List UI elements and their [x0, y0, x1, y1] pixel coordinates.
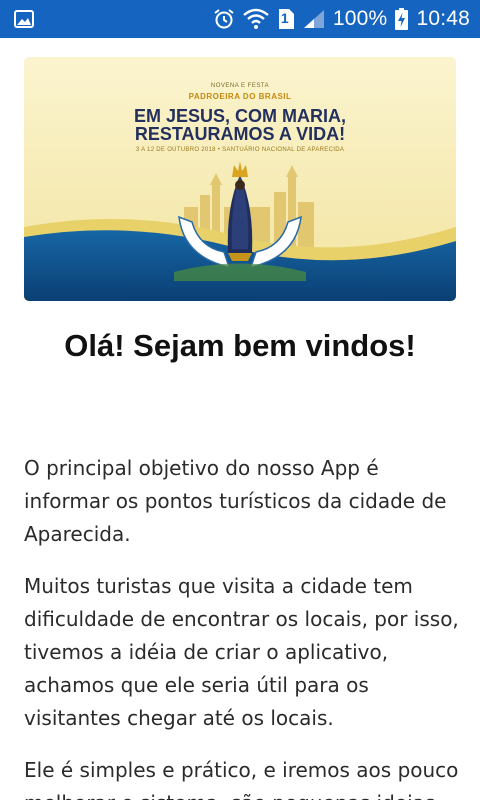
paragraph-objective: O principal objetivo do nosso App é info… [24, 456, 447, 546]
paragraph-simple: Ele é simples e prático, e iremos aos po… [24, 758, 459, 800]
battery-charging-icon [395, 8, 409, 30]
wifi-icon [243, 8, 269, 30]
sim-slot-number: 1 [280, 10, 289, 26]
banner-pre-title: NOVENA E FESTA [210, 83, 270, 89]
sim-icon: 1 [277, 8, 295, 30]
clock: 10:48 [416, 7, 470, 30]
status-bar: 1 100% 10:48 [0, 0, 480, 38]
page-title: Olá! Sejam bem vindos! [64, 328, 416, 363]
banner-dates: 3 A 12 DE OUTUBRO 2018 • SANTUÁRIO NACIO… [135, 147, 345, 153]
event-banner: NOVENA E FESTA PADROEIRA DO BRASIL EM JE… [24, 57, 456, 301]
alarm-icon [213, 8, 235, 30]
battery-percentage: 100% [332, 7, 388, 30]
intro-text: O principal objetivo do nosso App é info… [24, 452, 460, 800]
image-icon [14, 10, 34, 28]
banner-title-line2: RESTAURAMOS A VIDA! [134, 124, 346, 144]
paragraph-tourists: Muitos turistas que visita a cidade tem … [24, 574, 459, 730]
banner-subtitle: PADROEIRA DO BRASIL [188, 92, 292, 101]
signal-icon [303, 9, 325, 29]
